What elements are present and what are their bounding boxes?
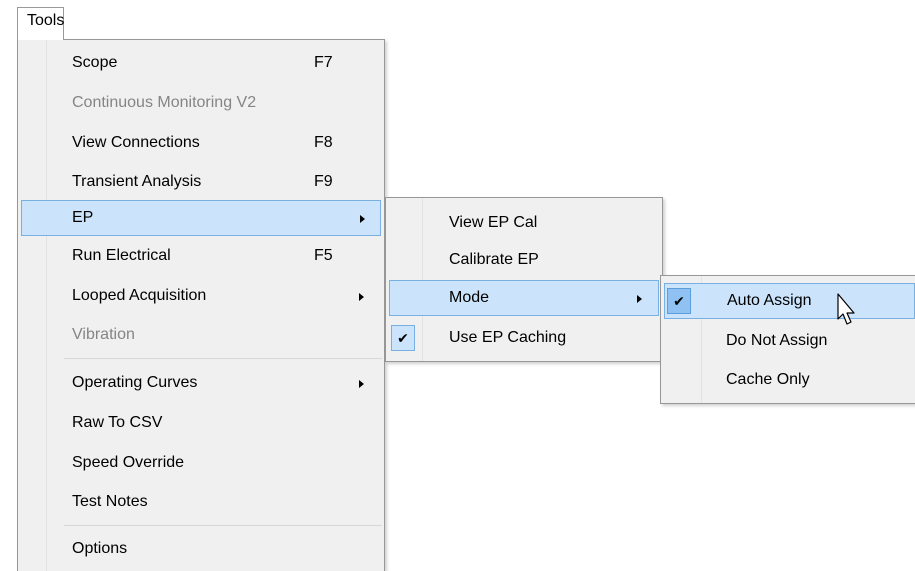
menu-item-label: Mode [449,289,490,306]
menu-item-label: Looped Acquisition [72,287,207,304]
menu-item-auto-assign[interactable]: ✔ Auto Assign [664,283,915,319]
menu-item-vibration: Vibration [18,318,384,354]
menu-item-label: Vibration [72,326,135,343]
menu-item-label: View Connections [72,134,200,151]
menu-item-label: Auto Assign [727,292,812,309]
shortcut-label: F8 [314,134,333,151]
menu-item-label: Run Electrical [72,247,171,264]
menu-item-mode[interactable]: Mode [389,280,659,316]
mode-submenu: ✔ Auto Assign Do Not Assign Cache Only [660,275,915,404]
mouse-pointer-icon [837,293,855,325]
menu-item-label: Use EP Caching [449,329,567,346]
menu-item-run-electrical[interactable]: Run Electrical F5 [18,239,384,275]
menu-item-label: Do Not Assign [726,332,828,349]
menu-item-label: Test Notes [72,493,148,510]
menu-item-cache-only[interactable]: Cache Only [661,363,915,399]
menu-item-continuous-monitoring: Continuous Monitoring V2 [18,86,384,122]
chevron-right-icon [360,215,365,223]
check-icon: ✔ [667,288,691,314]
menu-item-label: Operating Curves [72,374,198,391]
menu-item-label: View EP Cal [449,214,538,231]
shortcut-label: F7 [314,54,333,71]
menu-item-label: Cache Only [726,371,810,388]
menu-item-speed-override[interactable]: Speed Override [18,446,384,482]
menu-item-do-not-assign[interactable]: Do Not Assign [661,324,915,360]
menu-item-label: Raw To CSV [72,414,163,431]
menu-item-view-ep-cal[interactable]: View EP Cal [386,206,662,242]
ep-submenu: View EP Cal Calibrate EP Mode ✔ Use EP C… [385,197,663,362]
shortcut-label: F5 [314,247,333,264]
menu-item-label: Options [72,540,128,557]
menu-item-transient-analysis[interactable]: Transient Analysis F9 [18,165,384,201]
menu-item-label: Transient Analysis [72,173,202,190]
menu-item-looped-acquisition[interactable]: Looped Acquisition [18,279,384,315]
menu-item-label: Continuous Monitoring V2 [72,94,257,111]
chevron-right-icon [637,295,642,303]
menu-tools[interactable]: Tools [17,7,64,40]
menu-item-label: Scope [72,54,118,71]
menu-item-label: EP [72,209,94,226]
check-icon: ✔ [391,325,415,351]
menu-tools-label: Tools [27,12,65,29]
menu-item-operating-curves[interactable]: Operating Curves [18,366,384,402]
tools-menu: Scope F7 Continuous Monitoring V2 View C… [17,39,385,571]
menu-item-label: Speed Override [72,454,185,471]
menu-item-label: Calibrate EP [449,251,539,268]
menu-item-test-notes[interactable]: Test Notes [18,485,384,521]
menu-separator [64,358,382,359]
menu-item-scope[interactable]: Scope F7 [18,46,384,82]
menu-item-ep[interactable]: EP [21,200,381,236]
menu-item-options[interactable]: Options [18,532,384,568]
menu-item-view-connections[interactable]: View Connections F8 [18,126,384,162]
chevron-right-icon [359,293,364,301]
menu-item-calibrate-ep[interactable]: Calibrate EP [386,243,662,279]
shortcut-label: F9 [314,173,333,190]
menu-item-use-ep-caching[interactable]: ✔ Use EP Caching [386,321,662,357]
chevron-right-icon [359,380,364,388]
menu-item-raw-to-csv[interactable]: Raw To CSV [18,406,384,442]
menu-separator [64,525,382,526]
